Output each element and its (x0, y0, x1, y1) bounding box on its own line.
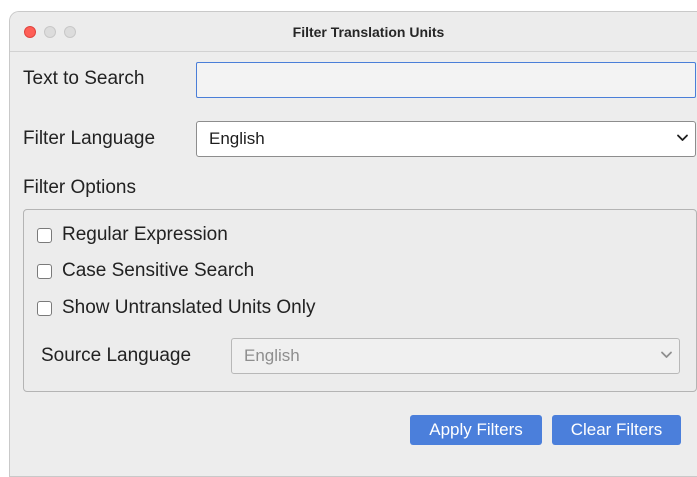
source-language-value: English (244, 346, 300, 365)
untranslated-only-option[interactable]: Show Untranslated Units Only (37, 295, 315, 321)
regular-expression-label[interactable]: Regular Expression (62, 224, 228, 246)
title-bar: Filter Translation Units (10, 12, 697, 52)
filter-language-select[interactable]: English (196, 121, 696, 157)
case-sensitive-label[interactable]: Case Sensitive Search (62, 260, 254, 282)
apply-filters-button[interactable]: Apply Filters (410, 415, 542, 445)
source-language-label: Source Language (41, 345, 192, 366)
filter-options-label: Filter Options (23, 177, 136, 198)
source-language-select[interactable]: English (231, 338, 680, 374)
case-sensitive-option[interactable]: Case Sensitive Search (37, 258, 254, 284)
case-sensitive-checkbox[interactable] (37, 263, 52, 279)
clear-filters-button[interactable]: Clear Filters (552, 415, 681, 445)
window-title: Filter Translation Units (292, 24, 445, 40)
regular-expression-checkbox[interactable] (37, 227, 52, 243)
chevron-down-icon (661, 351, 672, 358)
filter-language-value: English (209, 129, 265, 148)
chevron-down-icon (677, 134, 688, 141)
search-label: Text to Search (23, 68, 145, 89)
filter-options-group: Regular Expression Case Sensitive Search… (23, 209, 697, 392)
untranslated-only-label[interactable]: Show Untranslated Units Only (62, 297, 315, 319)
search-input[interactable] (196, 62, 696, 98)
regular-expression-option[interactable]: Regular Expression (37, 222, 228, 248)
untranslated-only-checkbox[interactable] (37, 300, 52, 316)
filter-dialog-window: Filter Translation Units Text to Search … (9, 11, 697, 477)
filter-language-label: Filter Language (23, 128, 156, 149)
